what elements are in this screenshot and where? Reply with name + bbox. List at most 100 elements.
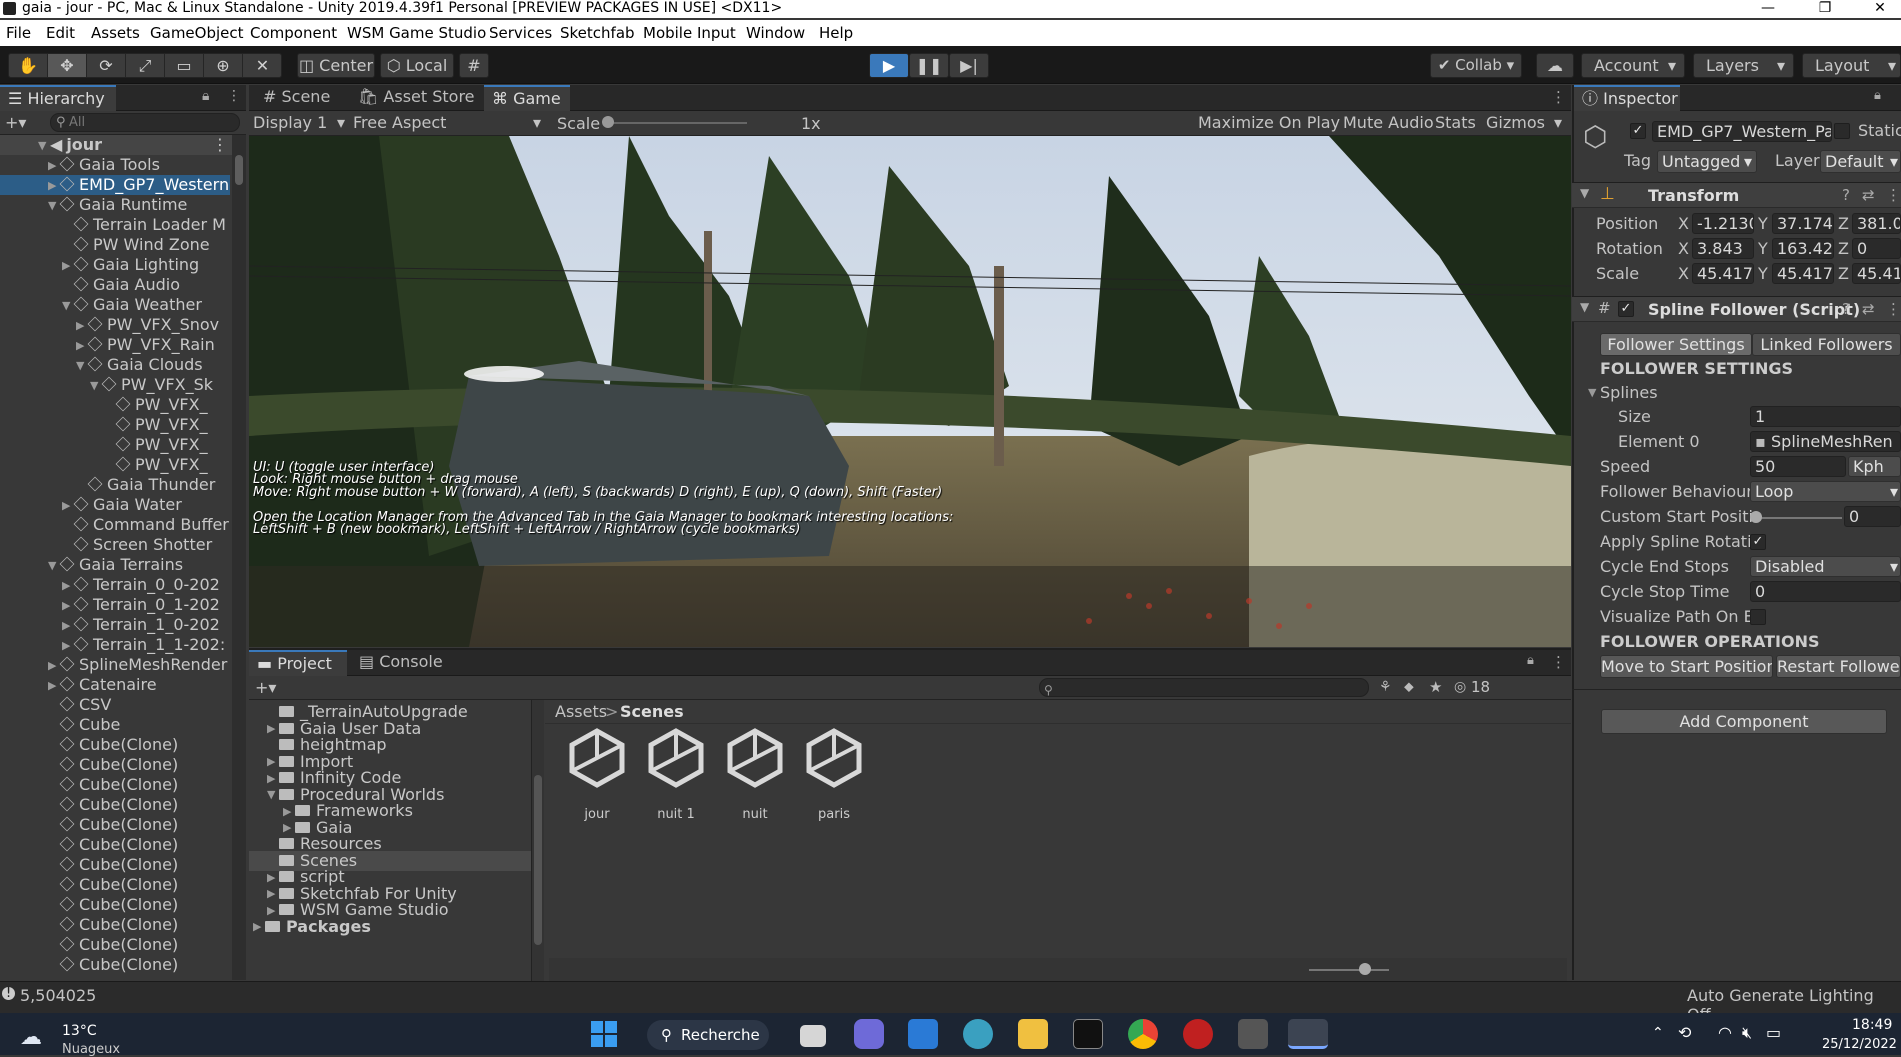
menu-wsm-game-studio[interactable]: WSM Game Studio: [347, 24, 486, 42]
help-icon[interactable]: ?: [1842, 300, 1850, 318]
pivot-local-button[interactable]: ⬡ Local: [380, 53, 454, 78]
battery-icon[interactable]: ▭: [1766, 1023, 1781, 1042]
chrome-icon[interactable]: [1128, 1019, 1158, 1049]
transform-scale-y-field[interactable]: 45.417: [1772, 263, 1834, 284]
hierarchy-item[interactable]: Cube(Clone): [0, 935, 230, 955]
custom-start-slider[interactable]: [1756, 517, 1842, 519]
move-to-start-button[interactable]: Move to Start Position: [1600, 655, 1773, 678]
hierarchy-item[interactable]: ▼ Gaia Clouds: [0, 355, 230, 375]
tab-inspector[interactable]: ⓘ Inspector: [1574, 85, 1680, 111]
component-enabled-checkbox[interactable]: ✓: [1618, 301, 1634, 317]
hierarchy-item[interactable]: PW_VFX_: [0, 415, 230, 435]
scale-slider[interactable]: [607, 122, 747, 124]
custom-tool-icon[interactable]: ✕: [243, 54, 282, 77]
preset-icon[interactable]: ⇄: [1862, 186, 1875, 204]
chevron-down-icon[interactable]: ▼: [48, 196, 60, 216]
help-icon[interactable]: ?: [1842, 186, 1850, 204]
transform-scale-x-field[interactable]: 45.417: [1692, 263, 1754, 284]
hierarchy-item[interactable]: PW Wind Zone: [0, 235, 230, 255]
chevron-up-icon[interactable]: ⌃: [1652, 1025, 1664, 1041]
transform-tool-icon[interactable]: ⊕: [204, 54, 243, 77]
chevron-right-icon[interactable]: ▶: [62, 596, 74, 616]
chevron-right-icon[interactable]: ▶: [48, 156, 60, 176]
hierarchy-item[interactable]: PW_VFX_: [0, 395, 230, 415]
scrollbar-thumb[interactable]: [235, 155, 243, 185]
step-button[interactable]: ▶|: [949, 53, 989, 78]
label-tag-icon[interactable]: ⬥: [1404, 679, 1414, 695]
terminal-icon[interactable]: [1073, 1019, 1103, 1049]
hierarchy-item[interactable]: CSV: [0, 695, 230, 715]
hierarchy-item[interactable]: Cube(Clone): [0, 775, 230, 795]
unity-editor-taskbar-icon[interactable]: [1288, 1019, 1328, 1049]
cycle-end-stops-dropdown[interactable]: Disabled ▾: [1750, 556, 1901, 577]
chevron-down-icon[interactable]: ▼: [62, 296, 74, 316]
icon-size-slider[interactable]: [1309, 969, 1389, 971]
scale-slider-handle[interactable]: [602, 116, 614, 128]
spline-follower-header[interactable]: ▼ # ✓ Spline Follower (Script) ? ⇄ ⋮: [1572, 296, 1901, 322]
lock-icon[interactable]: 🔒︎: [1527, 653, 1534, 668]
menu-help[interactable]: Help: [819, 24, 853, 42]
hierarchy-item[interactable]: ▶ PW_VFX_Rain: [0, 335, 230, 355]
menu-window[interactable]: Window: [746, 24, 805, 42]
transform-position-z-field[interactable]: 381.0: [1852, 213, 1901, 234]
tab-follower-settings[interactable]: Follower Settings: [1600, 333, 1752, 356]
pivot-center-button[interactable]: ◫ Center: [297, 53, 375, 78]
menu-mobile-input[interactable]: Mobile Input: [643, 24, 736, 42]
more-icon[interactable]: ⋮: [1551, 88, 1566, 106]
hierarchy-item[interactable]: ▼ Gaia Runtime: [0, 195, 230, 215]
add-component-button[interactable]: Add Component: [1601, 709, 1887, 734]
chevron-down-icon[interactable]: ▼: [76, 356, 88, 376]
hierarchy-item[interactable]: ▶ Catenaire: [0, 675, 230, 695]
transform-rotation-y-field[interactable]: 163.42:: [1772, 238, 1834, 259]
chevron-right-icon[interactable]: ▶: [62, 496, 74, 516]
more-icon[interactable]: ⋮: [1551, 653, 1566, 671]
hierarchy-item[interactable]: Cube(Clone): [0, 795, 230, 815]
more-icon[interactable]: ⋮: [1886, 300, 1901, 318]
hierarchy-item[interactable]: Cube(Clone): [0, 815, 230, 835]
breadcrumb-scenes[interactable]: Scenes: [620, 702, 684, 721]
transform-rotation-z-field[interactable]: 0: [1852, 238, 1901, 259]
element-0-field[interactable]: ▪ SplineMeshRen: [1750, 431, 1901, 452]
chevron-right-icon[interactable]: ▶: [62, 616, 74, 636]
chevron-right-icon[interactable]: ▶: [76, 336, 88, 356]
rect-tool-icon[interactable]: ▭: [165, 54, 204, 77]
weather-temp[interactable]: 13°C: [62, 1023, 97, 1039]
hierarchy-item[interactable]: ▶ EMD_GP7_Western: [0, 175, 230, 195]
chevron-right-icon[interactable]: ▶: [62, 576, 74, 596]
hierarchy-item[interactable]: ▶ Gaia Water: [0, 495, 230, 515]
taskbar-search-button[interactable]: ⚲ Recherche: [647, 1020, 769, 1050]
hierarchy-item[interactable]: ▶ Gaia Tools: [0, 155, 230, 175]
chevron-right-icon[interactable]: ▶: [48, 176, 60, 196]
tab-asset-store[interactable]: 🛍︎ Asset Store: [350, 85, 483, 111]
static-checkbox[interactable]: [1834, 123, 1850, 139]
hierarchy-search-input[interactable]: ⚲ All: [50, 113, 240, 132]
rotate-tool-icon[interactable]: ⟳: [87, 54, 126, 77]
hierarchy-item[interactable]: Cube(Clone): [0, 955, 230, 975]
hierarchy-scrollbar[interactable]: [232, 135, 246, 980]
create-plus-button[interactable]: +▾: [255, 678, 276, 697]
transform-position-x-field[interactable]: -1.2130: [1692, 213, 1754, 234]
transform-rotation-x-field[interactable]: 3.843: [1692, 238, 1754, 259]
layout-dropdown[interactable]: Layout ▾: [1802, 53, 1901, 78]
chevron-right-icon[interactable]: ▶: [253, 917, 265, 937]
hierarchy-item[interactable]: ▶ Terrain_1_0-202: [0, 615, 230, 635]
transform-position-y-field[interactable]: 37.174:: [1772, 213, 1834, 234]
object-name-field[interactable]: EMD_GP7_Western_Pa: [1652, 121, 1832, 142]
layer-dropdown[interactable]: Default ▾: [1820, 150, 1901, 173]
tab-project[interactable]: ▬ Project: [249, 650, 347, 676]
chevron-right-icon[interactable]: ▶: [76, 316, 88, 336]
mute-audio-toggle[interactable]: Mute Audio: [1343, 113, 1434, 132]
icon-size-slider-handle[interactable]: [1359, 963, 1371, 975]
custom-start-field[interactable]: 0: [1844, 506, 1901, 527]
hierarchy-item[interactable]: ▶ Terrain_0_1-202: [0, 595, 230, 615]
menu-component[interactable]: Component: [250, 24, 337, 42]
preset-icon[interactable]: ⇄: [1862, 300, 1875, 318]
antivirus-icon[interactable]: [1183, 1019, 1213, 1049]
scene-asset[interactable]: nuit 1: [636, 725, 716, 825]
more-icon[interactable]: ⋮: [227, 88, 241, 104]
follower-behaviour-dropdown[interactable]: Loop ▾: [1750, 481, 1901, 502]
scene-asset[interactable]: paris: [794, 725, 874, 825]
menu-edit[interactable]: Edit: [46, 24, 75, 42]
hierarchy-item[interactable]: Cube(Clone): [0, 835, 230, 855]
menu-assets[interactable]: Assets: [91, 24, 140, 42]
